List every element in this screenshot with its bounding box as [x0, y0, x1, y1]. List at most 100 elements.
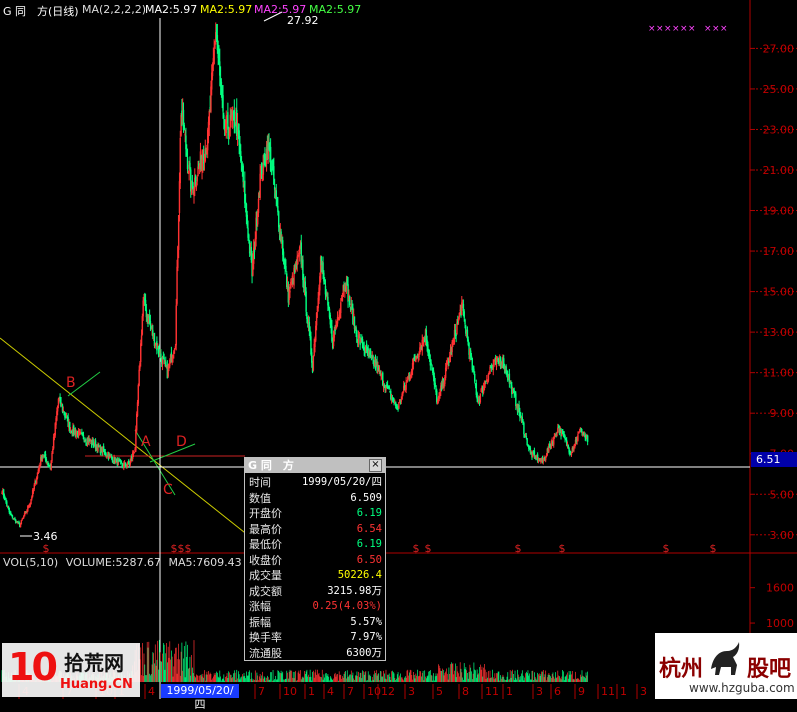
- candle-body: [273, 187, 276, 190]
- top-mark: ×: [688, 24, 696, 34]
- candle-body: [564, 435, 566, 440]
- candle-body: [473, 368, 475, 373]
- candle-body: [508, 373, 511, 384]
- info-key: 最高价: [249, 522, 282, 536]
- info-value: 6.54: [356, 522, 382, 535]
- candle-body: [519, 415, 522, 419]
- candle-body: [311, 352, 313, 363]
- info-value: 50226.4: [337, 569, 382, 581]
- event-mark: $: [663, 542, 670, 555]
- candle-body: [512, 389, 515, 391]
- top-mark: ×: [712, 24, 720, 34]
- x-tick-label: 4: [148, 685, 155, 698]
- info-row: 流通股 6300万: [245, 646, 385, 662]
- candle-body: [273, 166, 275, 185]
- candle-body: [416, 356, 419, 359]
- candle-body: [348, 296, 351, 306]
- y-tick-label: 15.00: [763, 286, 795, 299]
- info-row: 振幅 5.57%: [245, 615, 385, 631]
- candle-body: [382, 372, 384, 386]
- event-mark: $: [43, 542, 50, 555]
- tangent-line-d: [149, 443, 196, 463]
- cursor-price-label: 6.51: [751, 452, 797, 467]
- candle-body: [475, 383, 478, 395]
- x-tick-label: 7: [258, 685, 265, 698]
- candle-body: [121, 463, 123, 467]
- info-key: 振幅: [249, 615, 271, 629]
- top-mark: ×: [648, 24, 656, 34]
- candle-body: [334, 329, 336, 331]
- candle-body: [436, 390, 438, 403]
- x-tick-label: 3: [640, 685, 647, 698]
- candle-body: [8, 507, 10, 513]
- x-tick-label: 1: [620, 685, 627, 698]
- y-tick-label: 9.00: [770, 407, 795, 420]
- info-window[interactable]: G 同 方 × 时间 1999/05/20/四 数值 6.509 开盘价 6.19 最高价 6…: [244, 457, 386, 661]
- downtrend-line: [0, 337, 255, 541]
- candle-body: [163, 357, 165, 361]
- event-mark: $: [710, 542, 717, 555]
- info-row: 最低价 6.19: [245, 537, 385, 553]
- y-tick-label: 25.00: [763, 83, 795, 96]
- candle-body: [149, 320, 152, 326]
- event-mark: $: [515, 542, 522, 555]
- candle-body: [462, 303, 465, 311]
- candle-body: [239, 143, 241, 151]
- candle-body: [223, 114, 225, 119]
- top-mark: ×: [720, 24, 728, 34]
- close-icon[interactable]: ×: [369, 459, 382, 472]
- info-window-titlebar[interactable]: G 同 方 ×: [245, 458, 385, 473]
- info-row: 时间 1999/05/20/四: [245, 475, 385, 491]
- watermark-right: 杭州 股吧 www.hzguba.com: [655, 633, 797, 699]
- candle-body: [63, 411, 65, 415]
- watermark-site-domain: Huang.CN: [60, 677, 133, 692]
- top-mark: ×: [656, 24, 664, 34]
- candle-body: [11, 515, 14, 519]
- candle-body: [124, 462, 127, 467]
- candle-body: [470, 355, 473, 358]
- candle-body: [6, 501, 8, 506]
- x-tick-label: 11: [601, 685, 615, 698]
- candle-body: [222, 95, 224, 112]
- candle-body: [465, 326, 467, 334]
- ma-value-4: MA2:5.97: [309, 3, 362, 16]
- ma-value-2: MA2:5.97: [200, 3, 253, 16]
- candle-body: [434, 382, 436, 386]
- candle-body: [413, 356, 415, 360]
- candle-body: [567, 444, 569, 448]
- candle-body: [70, 430, 73, 434]
- candle-body: [18, 521, 20, 524]
- candle-body: [246, 214, 248, 226]
- x-tick-label: 7: [347, 685, 354, 698]
- candle-body: [103, 450, 106, 453]
- candle-body: [248, 234, 250, 239]
- event-mark: $$$: [171, 542, 192, 555]
- candle-body: [105, 453, 107, 457]
- candle-body: [276, 200, 278, 204]
- candle-body: [474, 374, 476, 382]
- candle-body: [109, 454, 111, 457]
- vol-tick-label: 1000: [766, 617, 794, 630]
- x-tick-label: 3: [536, 685, 543, 698]
- candle-body: [302, 259, 304, 281]
- candle-body: [183, 124, 186, 131]
- candle-body: [189, 162, 191, 169]
- low-price-label: 3.46: [33, 530, 58, 543]
- y-tick-label: 27.00: [763, 42, 795, 55]
- candle-body: [526, 438, 528, 446]
- x-tick-label: 5: [436, 685, 443, 698]
- ma-value-1: MA2:5.97: [145, 3, 198, 16]
- candle-body: [518, 404, 520, 413]
- x-tick-label: 10: [367, 685, 381, 698]
- vol-value: VOLUME:5287.67: [65, 556, 161, 569]
- x-tick-label: 12: [381, 685, 395, 698]
- candle-body: [227, 112, 229, 130]
- top-mark: ×: [680, 24, 688, 34]
- ma-value-3: MA2:5.97: [254, 3, 307, 16]
- vol-label: VOL(5,10): [3, 556, 59, 569]
- candle-body: [427, 344, 429, 353]
- candle-body: [331, 325, 333, 342]
- stock-title: G 同 方(日线): [3, 5, 79, 18]
- y-tick-label: 3.00: [770, 529, 795, 542]
- candle-body: [325, 292, 327, 297]
